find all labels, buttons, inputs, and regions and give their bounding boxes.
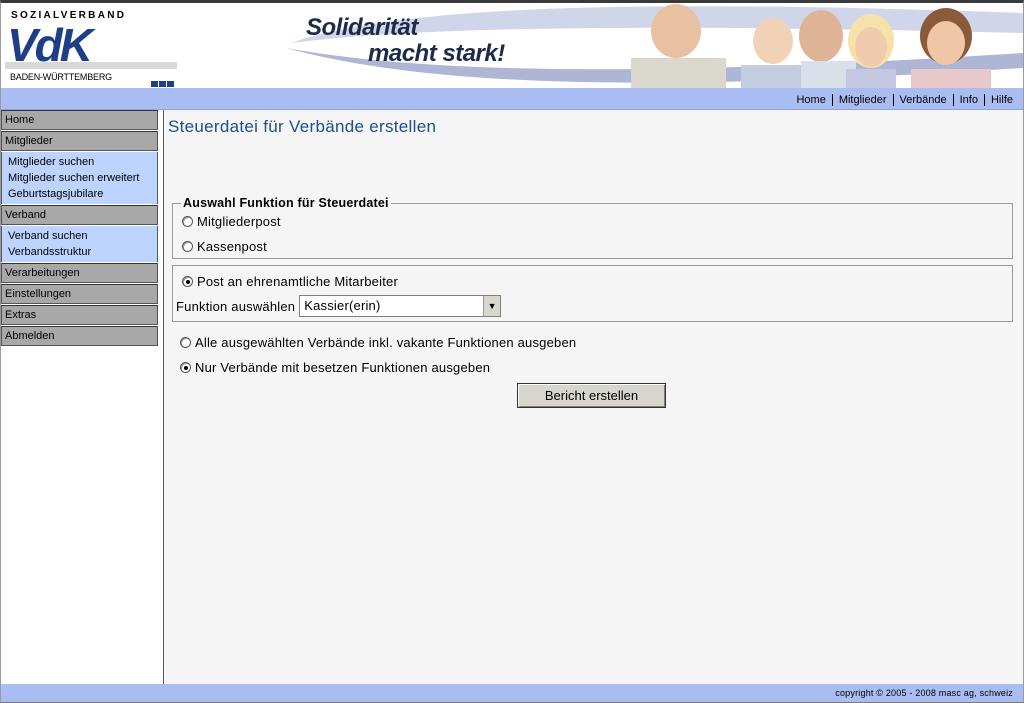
radio-mitgliederpost-circle[interactable] <box>182 216 193 227</box>
top-nav-info[interactable]: Info <box>952 94 984 106</box>
sidebar: Home Mitglieder Mitglieder suchen Mitgli… <box>1 110 164 684</box>
top-nav-mitglieder[interactable]: Mitglieder <box>831 94 893 106</box>
sidebar-item-mitglieder[interactable]: Mitglieder <box>1 131 158 151</box>
sidebar-submenu-verband: Verband suchen Verbandsstruktur <box>1 226 158 262</box>
top-nav-home[interactable]: Home <box>790 94 831 106</box>
radio-alle-verbaende-label: Alle ausgewählten Verbände inkl. vakante… <box>195 335 577 350</box>
radio-mitgliederpost-label: Mitgliederpost <box>197 214 281 229</box>
radio-kassenpost-circle[interactable] <box>182 241 193 252</box>
sidebar-item-abmelden[interactable]: Abmelden <box>1 326 158 346</box>
sidebar-item-einstellungen[interactable]: Einstellungen <box>1 284 158 304</box>
main-content: Steuerdatei für Verbände erstellen Auswa… <box>164 110 1023 684</box>
slogan-line-1: Solidarität <box>306 14 418 41</box>
radio-alle-verbaende-circle[interactable] <box>180 337 191 348</box>
sidebar-item-home[interactable]: Home <box>1 110 158 130</box>
radio-ehrenamtliche-mitarbeiter[interactable]: Post an ehrenamtliche Mitarbeiter <box>182 274 398 289</box>
slogan-line-2: macht stark! <box>368 40 505 67</box>
sidebar-subitem-verband-suchen[interactable]: Verband suchen <box>8 228 157 244</box>
sidebar-subitem-verbandsstruktur[interactable]: Verbandsstruktur <box>8 244 157 260</box>
radio-kassenpost[interactable]: Kassenpost <box>182 239 267 254</box>
sidebar-submenu-mitglieder: Mitglieder suchen Mitglieder suchen erwe… <box>1 152 158 204</box>
chevron-down-icon[interactable]: ▼ <box>483 296 501 316</box>
sidebar-subitem-mitglieder-suchen[interactable]: Mitglieder suchen <box>8 154 157 170</box>
page-header: SOZIALVERBAND VdK BADEN-WÜRTTEMBERG Soli… <box>1 3 1023 88</box>
sidebar-subitem-mitglieder-suchen-erweitert[interactable]: Mitglieder suchen erweitert <box>8 170 157 186</box>
radio-ehrenamtliche-mitarbeiter-circle[interactable] <box>182 276 193 287</box>
top-nav-hilfe[interactable]: Hilfe <box>983 94 1013 106</box>
footer: copyright © 2005 - 2008 masc ag, schweiz <box>1 684 1023 702</box>
radio-nur-besetzte-label: Nur Verbände mit besetzen Funktionen aus… <box>195 360 491 375</box>
page-title: Steuerdatei für Verbände erstellen <box>168 117 437 136</box>
sidebar-item-verarbeitungen[interactable]: Verarbeitungen <box>1 263 158 283</box>
function-select-row: Funktion auswählen Kassier(erin) ▼ <box>176 295 502 317</box>
function-select[interactable]: Kassier(erin) ▼ <box>299 295 502 317</box>
radio-nur-besetzte-circle[interactable] <box>180 362 191 373</box>
function-fieldset-legend: Auswahl Funktion für Steuerdatei <box>183 196 389 210</box>
logo-squares <box>151 74 175 88</box>
logo-region: BADEN-WÜRTTEMBERG <box>10 72 112 82</box>
radio-kassenpost-label: Kassenpost <box>197 239 267 254</box>
logo-org-tag: SOZIALVERBAND <box>11 10 127 21</box>
radio-alle-verbaende[interactable]: Alle ausgewählten Verbände inkl. vakante… <box>180 335 576 350</box>
radio-nur-besetzte[interactable]: Nur Verbände mit besetzen Funktionen aus… <box>180 360 490 375</box>
function-select-label: Funktion auswählen <box>176 298 296 314</box>
bericht-erstellen-button[interactable]: Bericht erstellen <box>517 383 666 408</box>
sidebar-item-extras[interactable]: Extras <box>1 305 158 325</box>
vdk-logo-mark: VdK <box>5 21 177 69</box>
vdk-logo[interactable]: SOZIALVERBAND VdK BADEN-WÜRTTEMBERG <box>1 3 191 88</box>
sidebar-subitem-geburtstagsjubilare[interactable]: Geburtstagsjubilare <box>8 186 157 202</box>
radio-ehrenamtliche-mitarbeiter-label: Post an ehrenamtliche Mitarbeiter <box>197 274 398 289</box>
footer-copyright: copyright © 2005 - 2008 masc ag, schweiz <box>835 688 1013 698</box>
top-nav: Home Mitglieder Verbände Info Hilfe <box>790 94 1013 106</box>
logo-wordmark: VdK <box>7 21 96 69</box>
top-nav-verbaende[interactable]: Verbände <box>892 94 953 106</box>
function-select-value: Kassier(erin) <box>304 298 381 313</box>
banner-slogan: Solidarität macht stark! <box>306 15 505 67</box>
header-banner: Solidarität macht stark! <box>191 3 1023 88</box>
radio-mitgliederpost[interactable]: Mitgliederpost <box>182 214 281 229</box>
function-fieldset: Auswahl Funktion für Steuerdatei <box>172 196 1013 259</box>
top-nav-bar: Home Mitglieder Verbände Info Hilfe <box>1 88 1023 110</box>
sidebar-item-verband[interactable]: Verband <box>1 205 158 225</box>
